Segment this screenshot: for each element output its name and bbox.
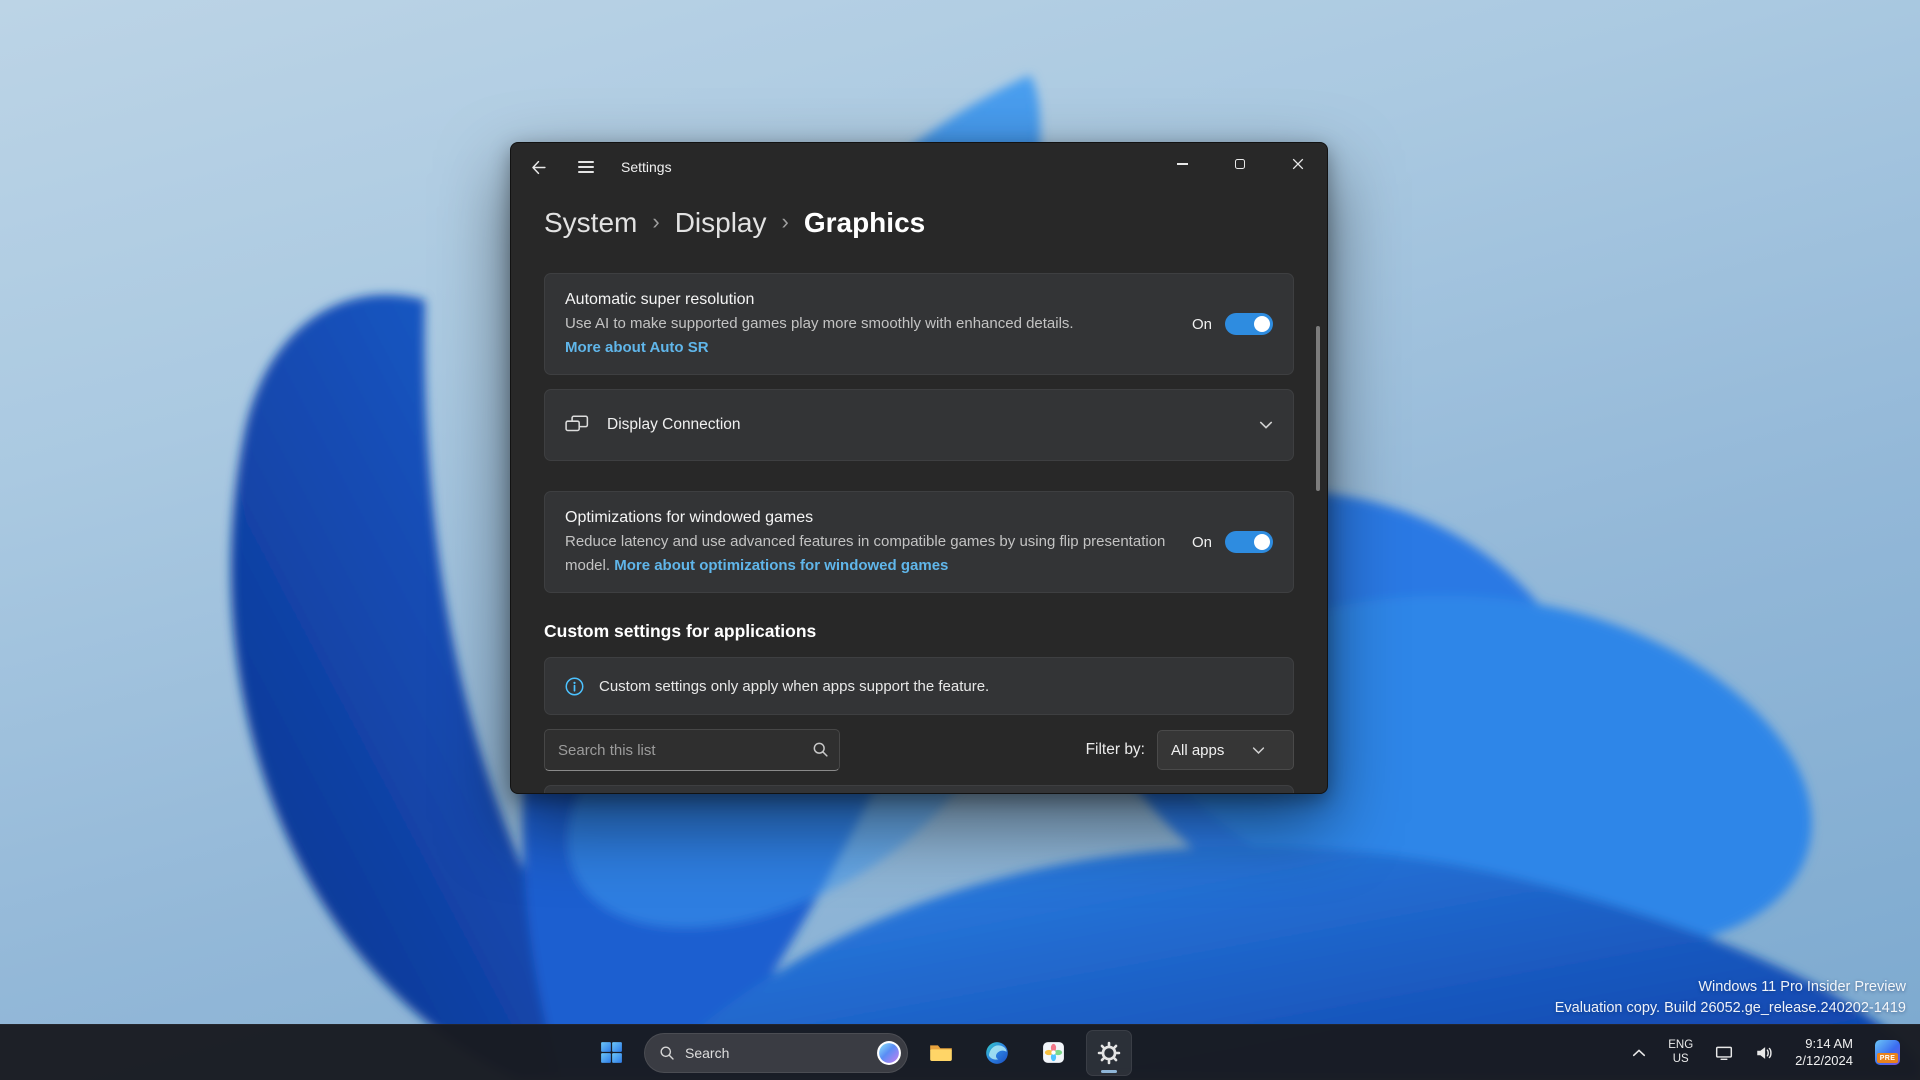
display-connection-card[interactable]: Display Connection <box>544 389 1294 461</box>
auto-sr-text: Automatic super resolution Use AI to mak… <box>565 288 1074 360</box>
file-explorer-button[interactable] <box>918 1030 964 1076</box>
auto-sr-toggle-group: On <box>1192 313 1273 335</box>
copilot-preview-icon: PRE <box>1875 1040 1900 1065</box>
taskbar-search-label: Search <box>685 1044 730 1061</box>
edge-button[interactable] <box>974 1030 1020 1076</box>
display-connection-title: Display Connection <box>607 416 741 433</box>
back-arrow-icon <box>531 160 546 174</box>
copilot-icon[interactable] <box>876 1040 902 1066</box>
volume-icon <box>1757 1046 1772 1059</box>
volume-button[interactable] <box>1749 1038 1779 1068</box>
info-text: Custom settings only apply when apps sup… <box>599 677 990 695</box>
taskbar-search[interactable]: Search <box>644 1032 908 1073</box>
tray-date: 2/12/2024 <box>1795 1052 1853 1068</box>
language-indicator[interactable]: ENG US <box>1662 1033 1699 1073</box>
maximize-button[interactable] <box>1211 143 1269 185</box>
filter-group: Filter by: All apps <box>1086 730 1294 770</box>
watermark-line2: Evaluation copy. Build 26052.ge_release.… <box>1554 999 1906 1016</box>
search-icon <box>660 1046 674 1060</box>
nav-menu-button[interactable] <box>565 149 607 185</box>
chevron-down-icon <box>1253 746 1265 754</box>
network-icon <box>1716 1046 1733 1060</box>
close-button[interactable] <box>1269 143 1327 185</box>
window-title: Settings <box>621 159 672 175</box>
minimize-icon <box>1176 163 1188 165</box>
windowed-games-toggle-label: On <box>1191 533 1212 551</box>
settings-window: Settings System › Display › Graphics Aut… <box>510 142 1328 794</box>
chevron-down-icon <box>1259 420 1273 430</box>
settings-taskbar-button[interactable] <box>1086 1029 1132 1076</box>
settings-content: System › Display › Graphics Automatic su… <box>511 203 1327 793</box>
file-explorer-icon <box>930 1044 952 1061</box>
custom-settings-heading: Custom settings for applications <box>544 621 817 641</box>
breadcrumb: System › Display › Graphics <box>544 203 1294 243</box>
auto-sr-card: Automatic super resolution Use AI to mak… <box>544 273 1294 375</box>
minimize-button[interactable] <box>1153 143 1211 185</box>
windowed-games-description: Reduce latency and use advanced features… <box>565 530 1175 578</box>
list-search-input[interactable] <box>544 729 840 771</box>
filter-dropdown[interactable]: All apps <box>1157 730 1294 770</box>
list-search <box>544 729 840 771</box>
auto-sr-title: Automatic super resolution <box>565 291 755 308</box>
taskbar-apps: Search <box>588 1025 1132 1080</box>
toggle-knob <box>1254 534 1270 550</box>
filter-label: Filter by: <box>1085 741 1145 758</box>
breadcrumb-separator-icon: › <box>652 209 660 234</box>
system-tray: ENG US 9:14 AM 2/12/2024 PRE <box>1626 1025 1920 1080</box>
windowed-games-title: Optimizations for windowed games <box>565 509 814 526</box>
breadcrumb-separator-icon: › <box>781 209 789 234</box>
language-code: ENG <box>1668 1038 1694 1051</box>
back-button[interactable] <box>517 149 559 185</box>
clipped-card <box>544 785 1294 793</box>
close-icon <box>1292 158 1304 170</box>
watermark-line1: Windows 11 Pro Insider Preview <box>1698 979 1906 996</box>
auto-sr-link[interactable]: More about Auto SR <box>565 339 709 356</box>
taskbar: Search ENG US 9:14 AM 2/12/2024 PRE <box>0 1024 1920 1080</box>
titlebar-left: Settings <box>511 143 672 191</box>
info-card: Custom settings only apply when apps sup… <box>544 657 1294 715</box>
window-scrollbar[interactable] <box>1316 326 1320 491</box>
auto-sr-toggle-label: On <box>1191 315 1212 333</box>
copilot-preview-button[interactable]: PRE <box>1869 1034 1906 1071</box>
windowed-games-toggle-group: On <box>1192 531 1273 553</box>
settings-gear-icon <box>1097 1041 1121 1064</box>
windowed-games-link[interactable]: More about optimizations for windowed ga… <box>614 557 948 574</box>
edge-icon <box>986 1041 1008 1064</box>
windows-logo-icon <box>600 1042 622 1063</box>
watermark: Windows 11 Pro Insider Preview Evaluatio… <box>1555 977 1906 1018</box>
maximize-icon <box>1234 158 1246 170</box>
windowed-games-toggle[interactable] <box>1225 531 1273 553</box>
hamburger-icon <box>578 160 594 174</box>
network-button[interactable] <box>1709 1038 1739 1068</box>
titlebar: Settings <box>511 143 1327 191</box>
auto-sr-toggle[interactable] <box>1225 313 1273 335</box>
windowed-games-card: Optimizations for windowed games Reduce … <box>544 491 1294 593</box>
tray-time: 9:14 AM <box>1805 1035 1853 1051</box>
display-connection-icon <box>565 415 589 432</box>
chevron-up-icon <box>1633 1048 1646 1056</box>
tray-overflow-button[interactable] <box>1626 1042 1652 1064</box>
start-button[interactable] <box>588 1030 634 1076</box>
search-icon <box>812 741 829 763</box>
preview-badge: PRE <box>1877 1053 1898 1063</box>
info-icon <box>565 677 584 695</box>
filter-value: All apps <box>1171 741 1225 759</box>
caption-buttons <box>1153 143 1327 191</box>
active-app-indicator <box>1101 1069 1117 1073</box>
clock[interactable]: 9:14 AM 2/12/2024 <box>1789 1030 1859 1076</box>
breadcrumb-graphics: Graphics <box>803 207 926 238</box>
list-controls: Filter by: All apps <box>544 729 1294 771</box>
windowed-games-text: Optimizations for windowed games Reduce … <box>565 506 1175 578</box>
auto-sr-description: Use AI to make supported games play more… <box>565 315 1074 332</box>
breadcrumb-system[interactable]: System <box>544 207 637 239</box>
photos-button[interactable] <box>1030 1030 1076 1076</box>
region-code: US <box>1672 1052 1689 1065</box>
toggle-knob <box>1254 316 1270 332</box>
breadcrumb-display[interactable]: Display <box>675 207 767 239</box>
photos-icon <box>1042 1042 1064 1063</box>
